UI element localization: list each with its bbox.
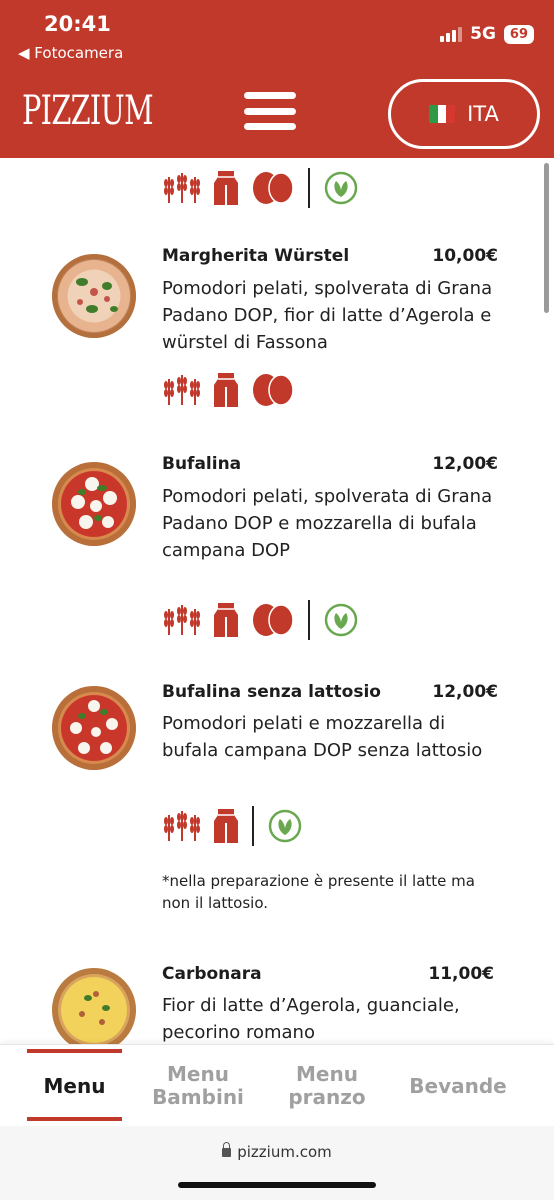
pizza-image [52, 968, 136, 1044]
tab-menu-pranzo[interactable]: Menu pranzo [272, 1045, 382, 1127]
milk-carton-icon [214, 809, 238, 843]
url-text: pizzium.com [237, 1143, 332, 1161]
browser-address-bar[interactable]: pizzium.com [0, 1126, 554, 1200]
item-description: Pomodori pelati, spolverata di Grana Pad… [162, 278, 493, 353]
home-indicator[interactable] [178, 1182, 376, 1188]
lock-icon [222, 1142, 232, 1157]
hamburger-menu-icon[interactable] [244, 92, 296, 130]
milk-carton-icon [214, 603, 238, 637]
signal-icon [440, 26, 463, 42]
icon-separator [252, 806, 254, 846]
eggs-icon [252, 373, 294, 407]
url-display[interactable]: pizzium.com [0, 1142, 554, 1161]
pizza-image [52, 686, 136, 770]
allergen-icons [164, 600, 358, 640]
allergen-icons-previous [164, 168, 358, 208]
scrollbar[interactable] [544, 163, 549, 313]
menu-list[interactable]: Margherita Würstel 10,00€ Pomodori pelat… [0, 158, 554, 1044]
eggs-icon [252, 171, 294, 205]
item-price: 11,00€ [428, 964, 494, 984]
item-description: Fior di latte d’Agerola, guanciale, peco… [162, 995, 460, 1043]
item-name: Bufalina senza lattosio [162, 682, 381, 702]
wheat-icon [164, 809, 200, 843]
tab-menu[interactable]: Menu [24, 1045, 125, 1127]
allergen-icons [164, 806, 302, 846]
status-indicators: 5G 69 [440, 24, 534, 44]
italian-flag-icon [429, 105, 456, 123]
wheat-icon [164, 603, 200, 637]
item-name: Carbonara [162, 964, 262, 984]
app-header: 20:41 ◀ Fotocamera 5G 69 PIZZIUM ITA [0, 0, 554, 158]
wheat-icon [164, 171, 200, 205]
allergen-icons [164, 370, 294, 410]
item-description: Pomodori pelati, spolverata di Grana Pad… [162, 486, 493, 561]
item-note: *nella preparazione è presente il latte … [162, 872, 475, 912]
vegetarian-leaf-icon [324, 171, 358, 205]
language-button[interactable]: ITA [388, 79, 540, 149]
icon-separator [308, 600, 310, 640]
network-type: 5G [470, 24, 496, 44]
milk-carton-icon [214, 373, 238, 407]
item-price: 10,00€ [432, 246, 498, 266]
item-price: 12,00€ [432, 682, 498, 702]
status-time: 20:41 [44, 12, 111, 36]
vegetarian-leaf-icon [324, 603, 358, 637]
menu-tabs: Menu Menu Bambini Menu pranzo Bevande [0, 1044, 554, 1126]
active-tab-indicator-bottom [27, 1117, 122, 1121]
eggs-icon [252, 603, 294, 637]
language-label: ITA [467, 102, 499, 126]
milk-carton-icon [214, 171, 238, 205]
vegetarian-leaf-icon [268, 809, 302, 843]
back-to-camera-link[interactable]: ◀ Fotocamera [18, 44, 123, 62]
item-name: Margherita Würstel [162, 246, 350, 266]
item-description: Pomodori pelati e mozzarella di bufala c… [162, 713, 483, 761]
icon-separator [308, 168, 310, 208]
pizzium-logo[interactable]: PIZZIUM [22, 88, 154, 134]
pizza-image [52, 462, 136, 546]
wheat-icon [164, 373, 200, 407]
item-price: 12,00€ [432, 454, 498, 474]
tab-menu-bambini[interactable]: Menu Bambini [140, 1045, 256, 1127]
battery-icon: 69 [503, 24, 534, 44]
item-name: Bufalina [162, 454, 242, 474]
pizza-image [52, 254, 136, 338]
tab-bevande[interactable]: Bevande [398, 1045, 518, 1127]
